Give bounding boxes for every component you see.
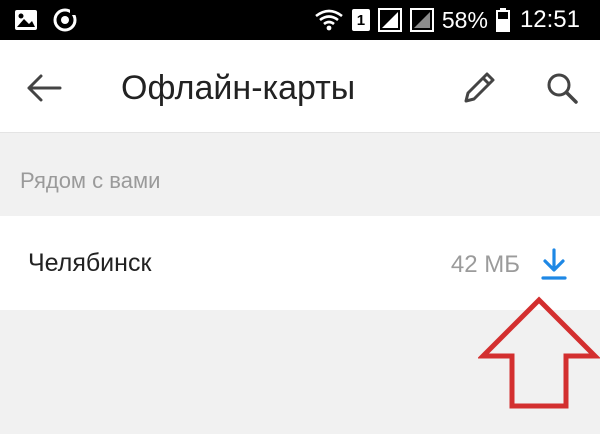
list-item-name: Челябинск — [28, 249, 152, 277]
annotation-arrow-icon — [478, 296, 600, 409]
section-header: Рядом с вами — [20, 168, 161, 193]
download-icon — [541, 248, 567, 280]
edit-button[interactable] — [455, 64, 503, 112]
search-button[interactable] — [538, 64, 586, 112]
sim-1-icon: 1 — [351, 9, 370, 31]
arrow-left-icon — [27, 74, 62, 102]
status-right: 1 58% 12:51 — [314, 0, 580, 40]
status-bar: 1 58% 12:51 — [0, 0, 600, 40]
toolbar: Офлайн-карты — [0, 40, 600, 133]
list-item-size: 42 МБ — [450, 251, 520, 278]
sync-icon — [53, 8, 77, 32]
search-icon — [547, 73, 578, 104]
image-icon — [15, 10, 37, 30]
battery-percent: 58% — [441, 6, 488, 33]
signal-icon — [377, 8, 402, 32]
status-left — [14, 7, 78, 33]
back-button[interactable] — [22, 66, 66, 110]
battery-icon — [495, 8, 510, 32]
screen: 1 58% 12:51 Офлайн-карты Рядом с вами Че… — [0, 0, 600, 434]
wifi-icon — [315, 9, 343, 31]
status-time: 12:51 — [519, 6, 580, 33]
signal-2-icon — [409, 8, 434, 32]
pencil-icon — [464, 72, 495, 103]
download-button[interactable] — [534, 244, 574, 284]
page-title: Офлайн-карты — [121, 69, 356, 107]
